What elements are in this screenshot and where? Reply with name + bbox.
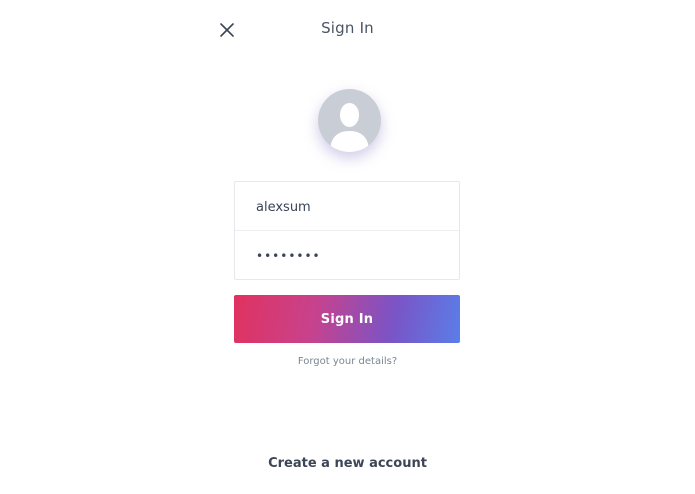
header: Sign In bbox=[0, 0, 695, 60]
sign-in-button[interactable]: Sign In bbox=[234, 295, 460, 343]
avatar bbox=[318, 89, 381, 152]
password-field[interactable] bbox=[235, 232, 459, 280]
create-account-link[interactable]: Create a new account bbox=[0, 456, 695, 471]
page-title: Sign In bbox=[321, 19, 374, 37]
login-form bbox=[234, 181, 460, 280]
field-divider bbox=[235, 230, 459, 231]
forgot-details-link[interactable]: Forgot your details? bbox=[0, 356, 695, 367]
username-field[interactable] bbox=[235, 183, 459, 231]
user-silhouette-icon bbox=[330, 103, 369, 152]
